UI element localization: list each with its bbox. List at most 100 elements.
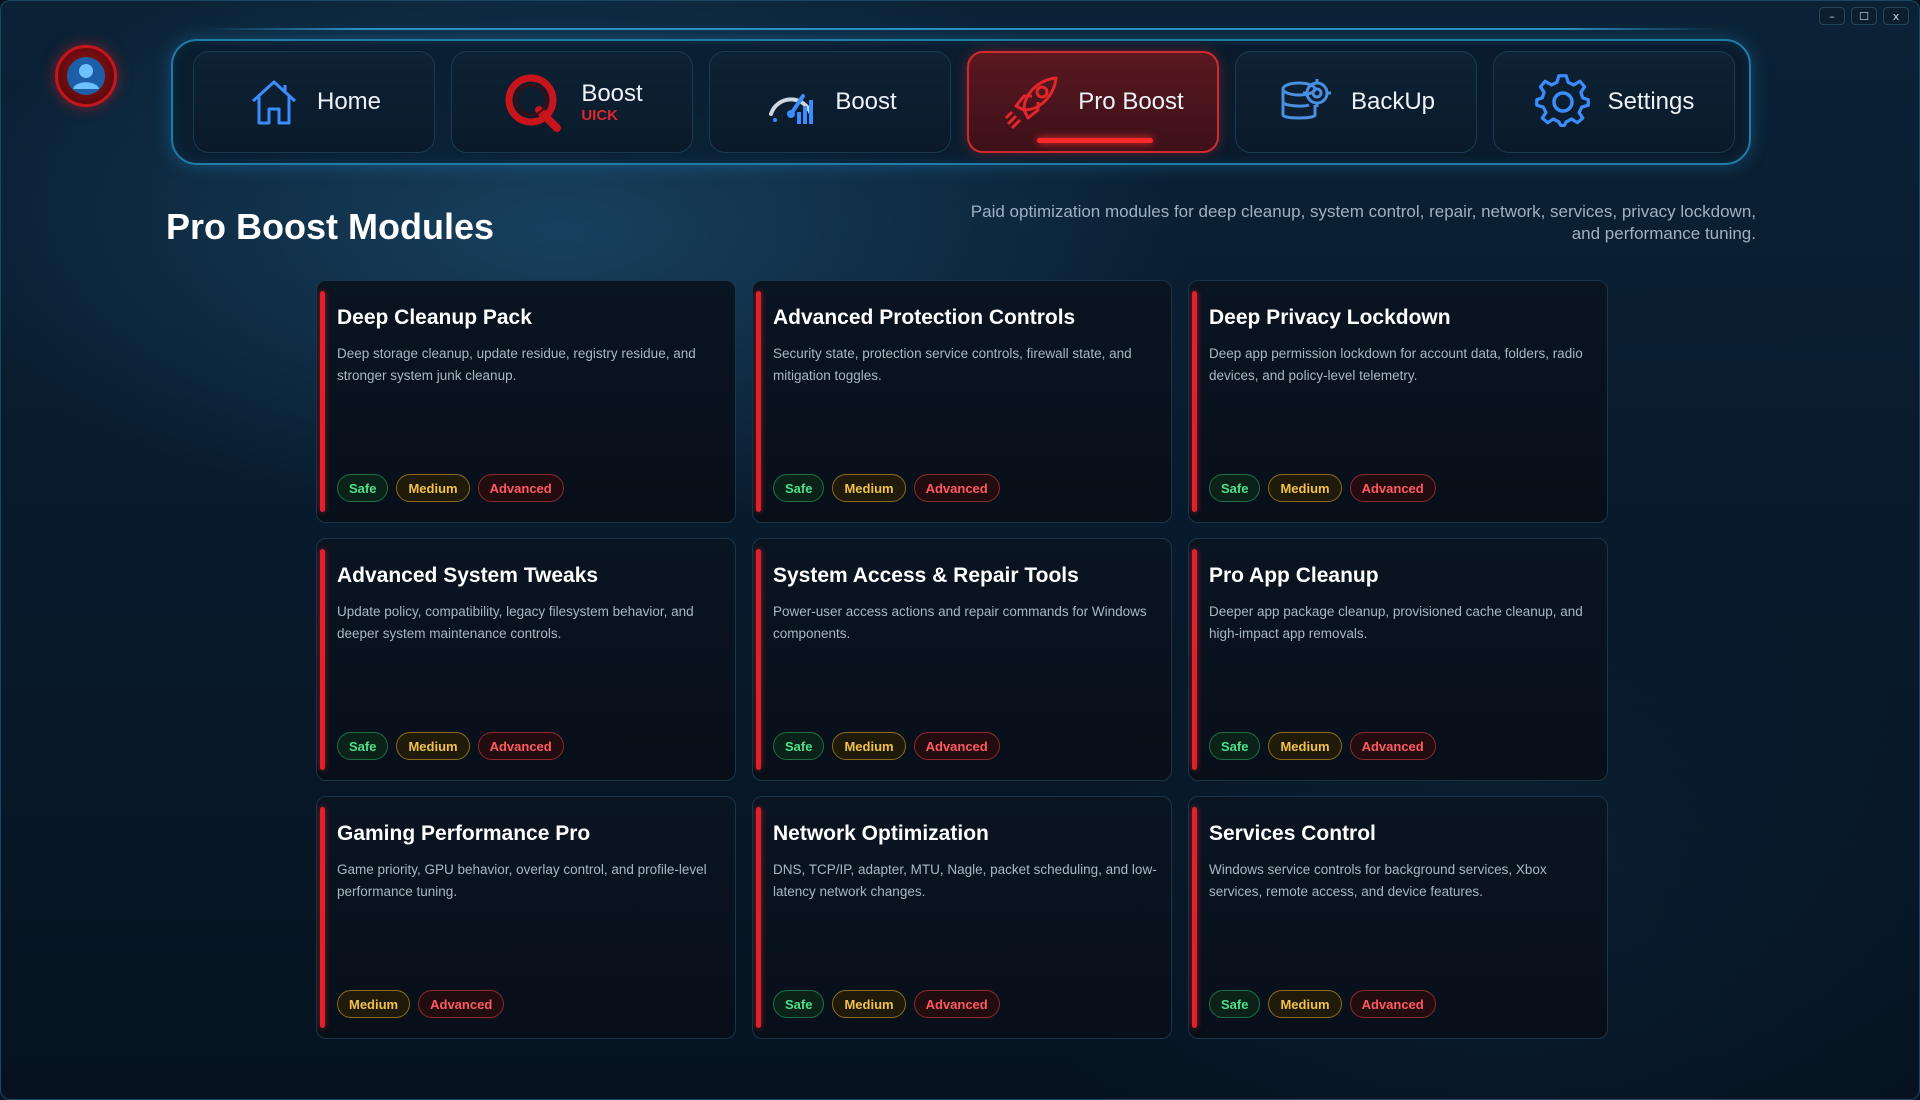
tag-safe: Safe (1209, 474, 1261, 502)
nav-quick-boost-sublabel: UICK (581, 106, 618, 124)
module-description: Update policy, compatibility, legacy fil… (337, 604, 694, 641)
nav-backup-label: BackUp (1350, 88, 1436, 115)
active-tab-indicator (1037, 138, 1153, 143)
module-grid: Deep Cleanup Pack Deep storage cleanup, u… (316, 280, 1608, 1039)
nav-quick-boost-text: Boost UICK (581, 79, 643, 124)
tag-medium: Medium (1268, 732, 1342, 760)
module-card[interactable]: Advanced System Tweaks Update policy, com… (316, 538, 736, 781)
card-accent-bar (320, 549, 325, 770)
main-nav: Home Boost UICK Boost Pro Boost BackUp S… (193, 51, 1735, 153)
module-card[interactable]: System Access & Repair Tools Power-user a… (752, 538, 1172, 781)
module-title: Deep Privacy Lockdown (1209, 306, 1451, 329)
window-controls: – ☐ x (1819, 7, 1909, 25)
card-accent-bar (320, 807, 325, 1028)
nav-home-label: Home (316, 88, 382, 115)
page-title: Pro Boost Modules (166, 206, 495, 247)
module-title: Services Control (1209, 822, 1376, 845)
nav-backup[interactable]: BackUp (1235, 51, 1477, 153)
tag-safe: Safe (773, 732, 825, 760)
maximize-button[interactable]: ☐ (1851, 7, 1877, 25)
nav-pro-boost-label: Pro Boost (1078, 88, 1184, 115)
page-description-line-1: Paid optimization modules for deep clean… (970, 202, 1756, 221)
nav-boost[interactable]: Boost (709, 51, 951, 153)
tag-safe: Safe (773, 474, 825, 502)
quick-boost-logo-icon (501, 70, 565, 134)
module-title: System Access & Repair Tools (773, 564, 1079, 587)
tag-advanced: Advanced (1349, 474, 1436, 502)
minimize-button[interactable]: – (1819, 7, 1845, 25)
user-avatar-button[interactable] (55, 45, 117, 107)
module-tags: Safe Medium Advanced (773, 990, 1000, 1018)
tag-safe: Safe (337, 732, 389, 760)
tag-safe: Safe (773, 990, 825, 1018)
module-tags: Safe Medium Advanced (337, 732, 564, 760)
card-accent-bar (320, 291, 325, 512)
module-tags: Safe Medium Advanced (1209, 732, 1436, 760)
tag-advanced: Advanced (477, 732, 564, 760)
module-description: Power-user access actions and repair com… (773, 604, 1147, 641)
module-description: Windows service controls for background … (1209, 862, 1547, 899)
module-description: Deep app permission lockdown for account… (1209, 346, 1583, 383)
page-description: Paid optimization modules for deep clean… (856, 201, 1756, 245)
tag-medium: Medium (832, 474, 906, 502)
user-icon (67, 57, 105, 95)
nav-home[interactable]: Home (193, 51, 435, 153)
module-tags: Safe Medium Advanced (337, 474, 564, 502)
tag-advanced: Advanced (913, 474, 1000, 502)
tag-advanced: Advanced (913, 990, 1000, 1018)
module-title: Advanced System Tweaks (337, 564, 599, 587)
nav-quick-boost[interactable]: Boost UICK (451, 51, 693, 153)
module-description: Deeper app package cleanup, provisioned … (1209, 604, 1583, 641)
nav-quick-boost-label: Boost (581, 79, 643, 107)
card-accent-bar (756, 291, 761, 512)
card-accent-bar (1192, 807, 1197, 1028)
tag-advanced: Advanced (418, 990, 505, 1018)
app-window: – ☐ x Home Boost UICK Boost Pro Boost Ba… (0, 0, 1920, 1100)
module-tags: Medium Advanced (337, 990, 505, 1018)
module-title: Advanced Protection Controls (773, 306, 1076, 329)
rocket-icon (1002, 72, 1062, 132)
tag-advanced: Advanced (477, 474, 564, 502)
nav-boost-label: Boost (835, 88, 897, 115)
tag-medium: Medium (396, 474, 470, 502)
module-card[interactable]: Network Optimization DNS, TCP/IP, adapter… (752, 796, 1172, 1039)
nav-decor-line (206, 28, 1716, 30)
gear-icon (1534, 73, 1592, 131)
card-accent-bar (756, 549, 761, 770)
module-card[interactable]: Deep Privacy Lockdown Deep app permission… (1188, 280, 1608, 523)
tag-medium: Medium (337, 990, 411, 1018)
module-card[interactable]: Advanced Protection Controls Security sta… (752, 280, 1172, 523)
tag-advanced: Advanced (913, 732, 1000, 760)
module-title: Pro App Cleanup (1209, 564, 1379, 587)
module-title: Gaming Performance Pro (337, 822, 591, 845)
module-description: Deep storage cleanup, update residue, re… (337, 346, 696, 383)
nav-settings[interactable]: Settings (1493, 51, 1735, 153)
database-gear-icon (1277, 73, 1335, 131)
close-button[interactable]: x (1883, 7, 1909, 25)
module-card[interactable]: Deep Cleanup Pack Deep storage cleanup, u… (316, 280, 736, 523)
module-tags: Safe Medium Advanced (1209, 474, 1436, 502)
speedometer-icon (763, 74, 819, 130)
tag-safe: Safe (1209, 990, 1261, 1018)
tag-medium: Medium (1268, 474, 1342, 502)
tag-medium: Medium (1268, 990, 1342, 1018)
module-tags: Safe Medium Advanced (773, 474, 1000, 502)
card-accent-bar (1192, 291, 1197, 512)
module-description: Game priority, GPU behavior, overlay con… (337, 862, 707, 899)
tag-medium: Medium (832, 990, 906, 1018)
module-description: DNS, TCP/IP, adapter, MTU, Nagle, packet… (773, 862, 1157, 899)
module-title: Deep Cleanup Pack (337, 306, 532, 329)
nav-settings-label: Settings (1607, 88, 1695, 115)
tag-safe: Safe (1209, 732, 1261, 760)
card-accent-bar (756, 807, 761, 1028)
module-card[interactable]: Services Control Windows service controls… (1188, 796, 1608, 1039)
module-card[interactable]: Pro App Cleanup Deeper app package cleanu… (1188, 538, 1608, 781)
module-tags: Safe Medium Advanced (1209, 990, 1436, 1018)
module-title: Network Optimization (773, 822, 989, 845)
nav-pro-boost[interactable]: Pro Boost (967, 51, 1219, 153)
home-icon (247, 75, 301, 129)
tag-medium: Medium (396, 732, 470, 760)
module-card[interactable]: Gaming Performance Pro Game priority, GPU… (316, 796, 736, 1039)
tag-advanced: Advanced (1349, 990, 1436, 1018)
module-tags: Safe Medium Advanced (773, 732, 1000, 760)
